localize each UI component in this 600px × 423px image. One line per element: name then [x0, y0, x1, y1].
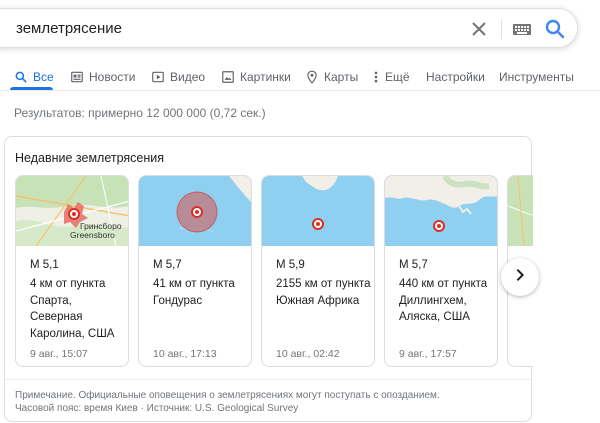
- tab-label: Инструменты: [499, 70, 574, 84]
- earthquake-map: [139, 176, 251, 246]
- chevron-right-icon: [512, 267, 528, 288]
- tab-video[interactable]: Видео: [151, 67, 205, 87]
- tab-label: Новости: [89, 70, 136, 84]
- earthquakes-panel: Недавние землетрясения Гринсборо Greensb…: [4, 136, 539, 422]
- earthquake-map: [262, 176, 374, 246]
- newspaper-icon: [70, 70, 84, 84]
- magnitude: M 5,1: [30, 259, 59, 271]
- map-label: Greensboro: [70, 230, 115, 240]
- location: 2155 км от пункта Южная Африка: [276, 278, 371, 307]
- tab-news[interactable]: Новости: [70, 67, 135, 87]
- search-tabs: Все Новости Видео Картинки Карты Ещё Нас…: [0, 60, 600, 90]
- note-line: Часовой пояс: время Киев · Источник: U.S…: [15, 403, 299, 414]
- keyboard-icon[interactable]: [511, 19, 533, 39]
- note-line: Примечание. Официальные оповещения о зем…: [15, 390, 440, 401]
- map-pin-icon: [305, 70, 319, 84]
- earthquake-card[interactable]: M 5,7 41 км от пункта Гондурас 10 авг., …: [138, 175, 252, 367]
- tab-label: Видео: [170, 70, 206, 84]
- tab-images[interactable]: Картинки: [221, 67, 291, 87]
- timestamp: 10 авг., 02:42: [276, 348, 340, 360]
- earthquake-map: Гринсборо Greensboro: [16, 176, 128, 247]
- tab-label: Все: [33, 70, 54, 84]
- play-icon: [151, 70, 165, 84]
- tab-label: Картинки: [240, 70, 291, 84]
- search-icon[interactable]: [543, 17, 567, 41]
- tab-all[interactable]: Все: [14, 67, 54, 87]
- earthquake-card[interactable]: Гринсборо Greensboro M 5,1 4 км от пункт…: [15, 175, 129, 367]
- location: 440 км от пункта Диллингхем, Аляска, США: [399, 278, 488, 323]
- clear-icon[interactable]: [467, 17, 491, 41]
- image-icon: [221, 70, 235, 84]
- search-box[interactable]: землетрясение: [0, 8, 578, 48]
- search-icon: [14, 70, 28, 84]
- tab-more[interactable]: Ещё: [372, 67, 410, 87]
- earthquake-map: [508, 176, 533, 247]
- more-vert-icon: [372, 70, 380, 84]
- location: 41 км от пункта Гондурас: [153, 278, 235, 307]
- timestamp: 9 авг., 17:57: [399, 348, 457, 360]
- search-input[interactable]: землетрясение: [16, 20, 122, 37]
- tab-maps[interactable]: Карты: [305, 67, 358, 87]
- location: 4 км от пункта Спарта, Северная Каролина…: [30, 278, 115, 340]
- panel-title: Недавние землетрясения: [15, 151, 165, 165]
- next-button[interactable]: [501, 258, 539, 296]
- panel-divider: [5, 379, 531, 380]
- tab-label: Ещё: [385, 70, 410, 84]
- timestamp: 9 авг., 15:07: [30, 348, 88, 360]
- search-divider: [501, 19, 502, 39]
- magnitude: M 5,7: [399, 259, 428, 271]
- tab-label: Карты: [324, 70, 359, 84]
- timestamp: 10 авг., 17:13: [153, 348, 217, 360]
- earthquake-card[interactable]: M 5,7 440 км от пункта Диллингхем, Аляск…: [384, 175, 498, 367]
- result-stats: Результатов: примерно 12 000 000 (0,72 с…: [14, 106, 266, 120]
- tab-settings[interactable]: Настройки: [426, 67, 485, 87]
- tab-label: Настройки: [426, 70, 485, 84]
- magnitude: M 5,7: [153, 259, 182, 271]
- tab-tools[interactable]: Инструменты: [499, 67, 574, 87]
- magnitude: M 5,9: [276, 259, 305, 271]
- earthquake-map: [385, 176, 497, 246]
- earthquake-card[interactable]: M 5,9 2155 км от пункта Южная Африка 10 …: [261, 175, 375, 367]
- panel-note: Примечание. Официальные оповещения о зем…: [15, 389, 515, 415]
- tabs-divider: [0, 90, 600, 91]
